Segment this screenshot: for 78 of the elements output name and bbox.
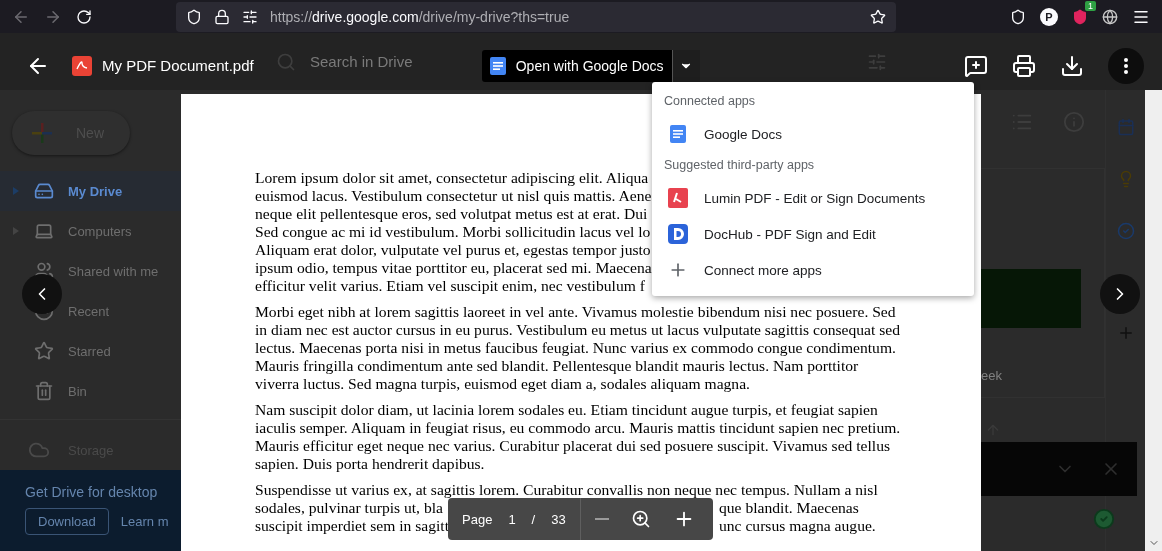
page-label: Page bbox=[462, 511, 493, 527]
filter-icon bbox=[866, 51, 887, 72]
shield-icon[interactable] bbox=[186, 8, 202, 25]
page-total: 33 bbox=[551, 511, 566, 527]
extension-badge: 1 bbox=[1085, 0, 1096, 11]
more-icon bbox=[1124, 57, 1128, 74]
text-line: ipsum odio, tempus vitae porttitor eu, placerat sed mi. Maecena bbox=[255, 259, 652, 277]
card-text: eek bbox=[981, 368, 1003, 383]
download-icon bbox=[1060, 53, 1084, 78]
drive-icon bbox=[34, 181, 54, 201]
minus-icon bbox=[594, 518, 609, 520]
text-line: suscipit imperdiet sem in sagitt bbox=[255, 517, 448, 535]
plus-icon bbox=[30, 121, 54, 145]
menu-item[interactable]: DocHub - PDF Sign and Edit bbox=[652, 216, 974, 252]
lock-icon[interactable] bbox=[214, 8, 230, 25]
trash-icon bbox=[34, 381, 54, 401]
print-icon bbox=[1012, 53, 1036, 78]
add-comment-icon bbox=[964, 53, 988, 78]
promo-title: Get Drive for desktop bbox=[25, 484, 159, 500]
sidebar-item[interactable]: My Drive bbox=[0, 171, 181, 211]
text-line: Nam suscipit dolor diam, ut lacinia lorem sodales eu. Etiam tincidunt augue turpis, et feugiat sapien bbox=[255, 401, 878, 419]
text-line: Aliquam erat dolor, vulputate vel purus et, egestas tempor justo bbox=[255, 241, 651, 259]
scrollbar[interactable] bbox=[1145, 90, 1162, 551]
download-button[interactable] bbox=[1060, 53, 1084, 78]
page-number-field[interactable]: 1 bbox=[508, 511, 516, 527]
zoom-button[interactable] bbox=[630, 509, 651, 529]
globe-icon[interactable] bbox=[1102, 8, 1118, 25]
bookmark-star-icon[interactable] bbox=[870, 8, 886, 25]
sidebar-item[interactable]: Bin bbox=[0, 371, 181, 411]
text-line: euismod lacus. Vestibulum consectetur ut nisl quis mattis. Aene bbox=[255, 187, 652, 205]
text-line: Lorem ipsum dolor sit amet, consectetur adipiscing elit. Aliqua bbox=[255, 169, 649, 187]
docs-icon bbox=[668, 124, 688, 144]
sidebar-item[interactable]: Shared with me bbox=[0, 251, 181, 291]
pdf-file-icon bbox=[72, 55, 92, 76]
text-line: Sed congue ac mi id vestibulum. Morbi sollicitudin lacus vel lo bbox=[255, 223, 651, 241]
add-comment-button[interactable] bbox=[964, 53, 988, 78]
text-line: sapien. Duis porta hendrerit dapibus. bbox=[255, 455, 485, 473]
menu-section-title: Suggested third-party apps bbox=[663, 157, 816, 174]
text-line: neque elit pellentesque eros, sed volutpat metus est at erat. Dui bbox=[255, 205, 648, 223]
zoom-icon bbox=[630, 509, 651, 529]
sidebar-item[interactable]: Computers bbox=[0, 211, 181, 251]
reload-icon[interactable] bbox=[76, 8, 92, 25]
text-line: Suspendisse ut varius ex, at sagittis lorem. Curabitur convallis non neque nec tempus. Nullam a nisl bbox=[255, 481, 878, 499]
star-icon bbox=[34, 341, 54, 361]
docs-icon bbox=[487, 55, 508, 76]
text-line: efficitur velit varius. Etiam vel suscipit enim, nec vestibulum f bbox=[255, 277, 645, 295]
page-separator: / bbox=[531, 511, 536, 527]
text-line: Mauris efficitur eget neque nec varius. Curabitur placerat dui sed posuere suscipit. Vivamus sed tellus bbox=[255, 437, 891, 455]
laptop-icon bbox=[34, 221, 54, 241]
text-line: Morbi eget nibh at lorem sagittis laoreet in vel ante. Vivamus molestie bibendum nisi nec posuere. Sed bbox=[255, 303, 896, 321]
menu-section-title: Connected apps bbox=[663, 93, 757, 110]
text-line: unc cursus magna augue. bbox=[719, 517, 876, 535]
permissions-icon[interactable] bbox=[242, 8, 258, 25]
learn-more-link[interactable]: Learn m bbox=[120, 514, 169, 529]
app-logo-icon bbox=[668, 188, 688, 208]
menu-item[interactable]: Lumin PDF - Edit or Sign Documents bbox=[652, 180, 974, 216]
menu-item[interactable]: Google Docs bbox=[652, 116, 974, 152]
dropdown-button[interactable] bbox=[671, 49, 700, 82]
file-title: My PDF Document.pdf bbox=[102, 57, 254, 74]
extension-icon[interactable] bbox=[1072, 8, 1088, 25]
menu-item[interactable]: Connect more apps bbox=[652, 252, 974, 288]
text-line: iaculis semper. Aliquam in feugiat risus, eu commodo arcu. Mauris mattis tincidunt sapien nec pretium. bbox=[255, 419, 901, 437]
sidebar-item[interactable]: Starred bbox=[0, 331, 181, 371]
download-button[interactable]: Download bbox=[25, 508, 109, 535]
text-line: que blandit. Maecenas bbox=[719, 499, 859, 517]
search-icon bbox=[276, 51, 296, 72]
text-line: Mauris fringilla condimentum ante sed blandit. Pellentesque blandit mauris lectus. Nam porttitor bbox=[255, 357, 859, 375]
profile-avatar[interactable]: P bbox=[1040, 7, 1058, 26]
task-check-icon bbox=[1116, 222, 1135, 240]
print-button[interactable] bbox=[1012, 53, 1036, 78]
calendar-icon bbox=[1116, 118, 1135, 136]
search-field[interactable]: Search in Drive bbox=[310, 53, 413, 70]
check-circle-icon bbox=[1093, 508, 1115, 530]
text-line: viverra luctus. Sed magna turpis, euismod eget diam a, sodales aliquam magna. bbox=[255, 375, 750, 393]
text-line: in diam nec est auctor cursus in eu purus. Vestibulum eu metus ut lacus vulputate sagittis consequat sed bbox=[255, 321, 900, 339]
text-line: sodales, pulvinar turpis ut, bla bbox=[255, 499, 444, 517]
app-logo-icon bbox=[668, 224, 688, 244]
text-line: lectus. Maecenas porta nisi in metus faucibus feugiat. Nunc varius ex commodo congue condimentum. bbox=[255, 339, 896, 357]
